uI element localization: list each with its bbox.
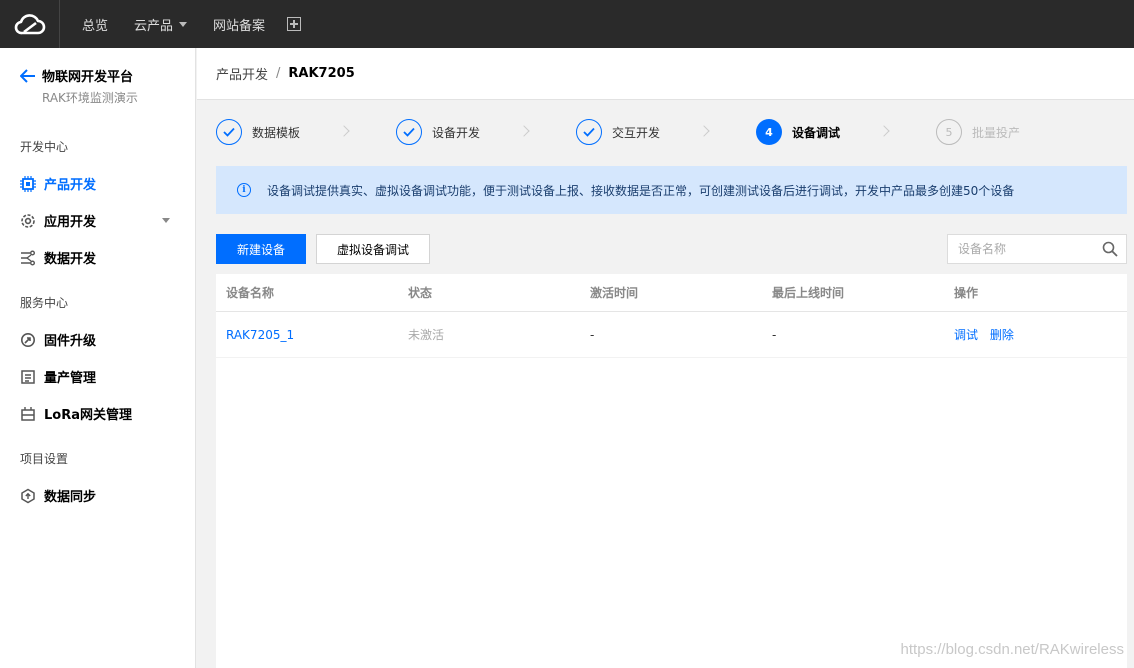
platform-header: 物联网开发平台 RAK环境监测演示 xyxy=(19,66,138,106)
sidebar-item-data-dev[interactable]: 数据开发 xyxy=(20,248,176,267)
info-icon: i xyxy=(237,183,251,197)
nav-cloud-products[interactable]: 云产品 xyxy=(121,0,200,48)
breadcrumb-current: RAK7205 xyxy=(288,66,355,81)
step-progress: 数据模板 设备开发 交互开发 4 设备调试 5 批量投产 xyxy=(216,118,1126,146)
plus-box-icon xyxy=(287,17,302,31)
firmware-icon xyxy=(20,332,36,348)
step-chevron-icon xyxy=(338,125,350,137)
delete-link[interactable]: 删除 xyxy=(990,328,1014,342)
step-chevron-icon xyxy=(698,125,710,137)
sidebar-item-app-dev[interactable]: 应用开发 xyxy=(20,211,176,230)
step-device-dev[interactable]: 设备开发 xyxy=(396,118,480,146)
sidebar-item-mass-production[interactable]: 量产管理 xyxy=(20,367,176,386)
column-header: 操作 xyxy=(954,286,979,300)
check-icon xyxy=(396,119,422,145)
back-arrow-icon[interactable] xyxy=(19,68,36,83)
column-header: 最后上线时间 xyxy=(772,286,845,300)
search-icon[interactable] xyxy=(1102,241,1118,257)
check-icon xyxy=(576,119,602,145)
activated-time: - xyxy=(590,328,595,342)
cloud-logo-icon[interactable] xyxy=(0,0,60,48)
sidebar-item-data-sync[interactable]: 数据同步 xyxy=(20,486,176,505)
row-actions: 调试 删除 xyxy=(954,312,1022,358)
device-table: 设备名称 状态 激活时间 最后上线时间 操作 RAK7205_1 未激活 - -… xyxy=(216,274,1127,668)
nav-website-filing[interactable]: 网站备案 xyxy=(200,0,278,48)
table-header: 设备名称 状态 激活时间 最后上线时间 操作 xyxy=(216,274,1127,312)
top-bar: 总览 云产品 网站备案 xyxy=(0,0,1134,48)
column-header: 设备名称 xyxy=(226,286,275,300)
step-chevron-icon xyxy=(878,125,890,137)
sidebar-item-firmware[interactable]: 固件升级 xyxy=(20,330,176,349)
sidebar: 物联网开发平台 RAK环境监测演示 开发中心 产品开发 应用开发 数据开发 服务… xyxy=(0,48,196,668)
table-row: RAK7205_1 未激活 - - 调试 删除 xyxy=(216,312,1127,358)
caret-down-icon xyxy=(179,21,188,27)
search-input[interactable] xyxy=(948,235,1098,263)
platform-subtitle: RAK环境监测演示 xyxy=(42,91,138,105)
column-header: 激活时间 xyxy=(590,286,639,300)
section-title-dev: 开发中心 xyxy=(20,140,69,154)
platform-title: 物联网开发平台 xyxy=(42,70,134,85)
step-chevron-icon xyxy=(518,125,530,137)
sidebar-item-product-dev[interactable]: 产品开发 xyxy=(20,174,176,193)
search-box xyxy=(947,234,1127,264)
step-data-template[interactable]: 数据模板 xyxy=(216,118,300,146)
new-device-button[interactable]: 新建设备 xyxy=(216,234,306,264)
breadcrumb-parent[interactable]: 产品开发 xyxy=(216,64,268,83)
chip-icon xyxy=(20,175,36,192)
info-banner-text: 设备调试提供真实、虚拟设备调试功能，便于测试设备上报、接收数据是否正常，可创建测… xyxy=(267,183,1015,198)
section-title-project: 项目设置 xyxy=(20,452,69,466)
chevron-down-icon xyxy=(162,218,170,223)
add-shortcut-button[interactable] xyxy=(278,0,314,48)
column-header: 状态 xyxy=(408,286,433,300)
debug-link[interactable]: 调试 xyxy=(954,328,978,342)
step-mass-production[interactable]: 5 批量投产 xyxy=(936,118,1020,146)
gear-icon xyxy=(20,213,36,229)
last-online-time: - xyxy=(772,328,777,342)
status-text: 未激活 xyxy=(408,328,445,342)
nav-overview[interactable]: 总览 xyxy=(60,0,121,48)
check-icon xyxy=(216,119,242,145)
sync-icon xyxy=(20,488,36,504)
device-name-link[interactable]: RAK7205_1 xyxy=(226,312,294,358)
step-interaction-dev[interactable]: 交互开发 xyxy=(576,118,660,146)
breadcrumb-separator: / xyxy=(276,66,281,81)
section-title-service: 服务中心 xyxy=(20,296,69,310)
sidebar-item-lora-gateway[interactable]: LoRa网关管理 xyxy=(20,404,176,423)
breadcrumb: 产品开发 / RAK7205 xyxy=(197,48,1134,100)
watermark: https://blog.csdn.net/RAKwireless xyxy=(900,641,1124,658)
step-device-debug[interactable]: 4 设备调试 xyxy=(756,118,840,146)
list-icon xyxy=(20,369,36,385)
info-banner: i 设备调试提供真实、虚拟设备调试功能，便于测试设备上报、接收数据是否正常，可创… xyxy=(216,166,1127,214)
virtual-debug-button[interactable]: 虚拟设备调试 xyxy=(316,234,430,264)
gateway-icon xyxy=(20,406,36,422)
flow-icon xyxy=(20,250,36,266)
